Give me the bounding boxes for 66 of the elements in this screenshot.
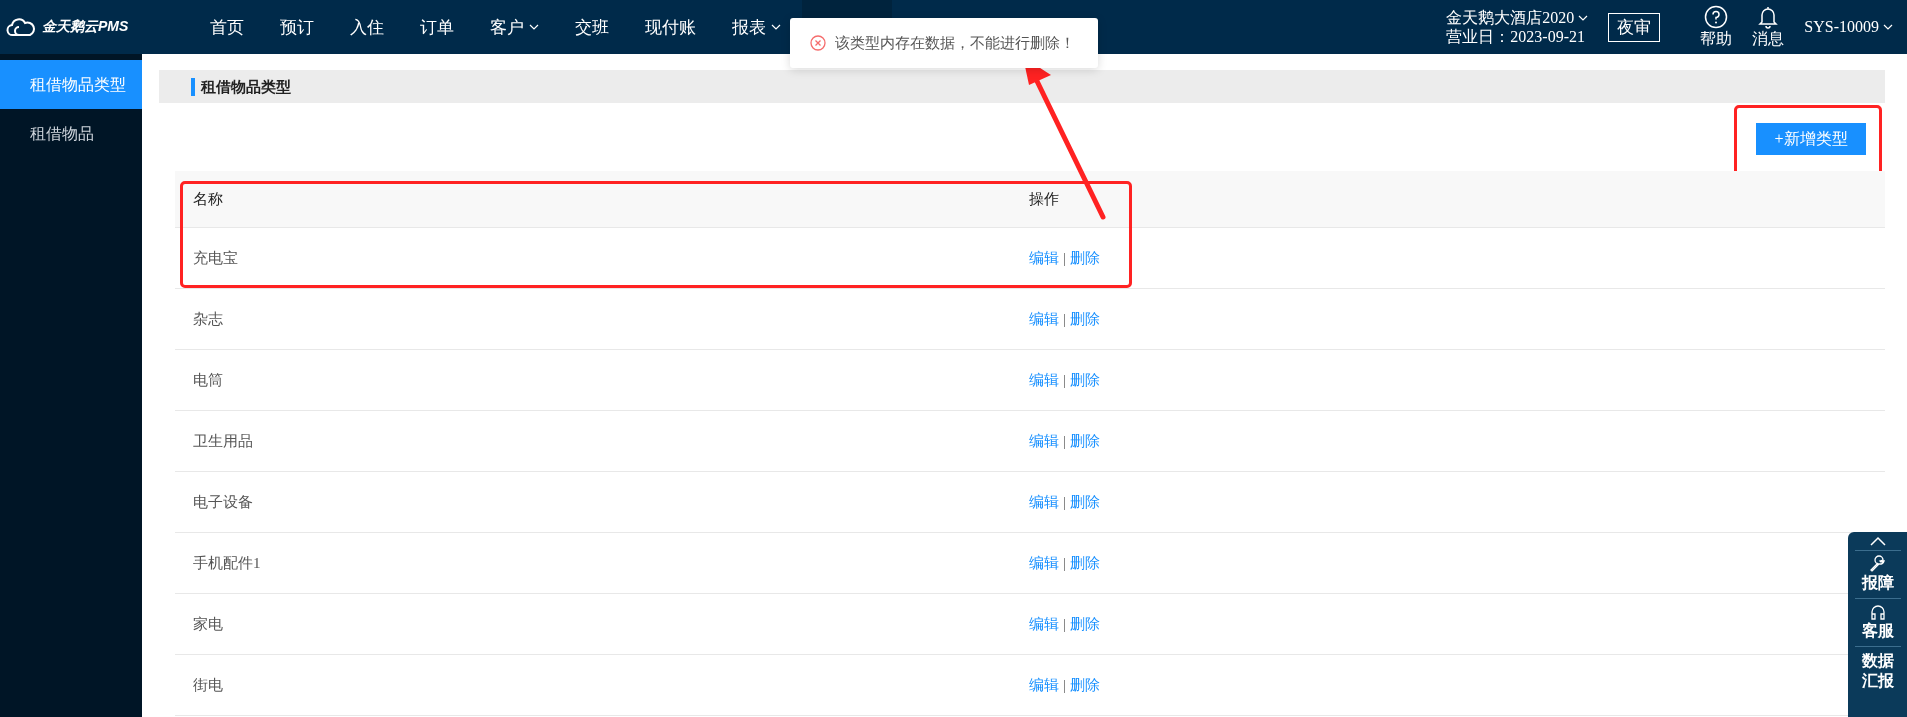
separator: | (1063, 432, 1066, 449)
table-cell-text: 电子设备 (192, 492, 254, 512)
column-header: 名称 (192, 189, 224, 209)
caret-icon (1578, 13, 1589, 22)
table-cell-text: 杂志 (192, 309, 224, 329)
add-type-button[interactable]: +新增类型 (1756, 123, 1866, 155)
night-audit-button[interactable]: 夜审 (1608, 12, 1661, 42)
logo-text: 金天鹅云PMS (42, 18, 129, 36)
caret-icon (1883, 23, 1893, 31)
data-report-button[interactable]: 数据汇报 (1861, 651, 1894, 691)
business-day: 营业日：2023-09-21 (1446, 27, 1589, 46)
table-cell-text: 充电宝 (192, 248, 239, 268)
separator: | (1063, 371, 1066, 388)
table-cell-text: 家电 (192, 614, 224, 634)
customer-service-button[interactable]: 客服 (1861, 621, 1894, 642)
user-menu[interactable]: SYS-10009 (1804, 18, 1893, 36)
separator: | (1063, 493, 1066, 510)
nav-tab[interactable]: 交班 (557, 0, 627, 54)
error-icon (810, 35, 826, 51)
chevron-up-icon[interactable] (1869, 536, 1886, 546)
edit-link[interactable]: 编辑 (1029, 249, 1059, 266)
panel-title: 租借物品类型 (191, 77, 291, 96)
hotel-selector[interactable]: 金天鹅大酒店2020 (1446, 8, 1589, 27)
delete-link[interactable]: 删除 (1070, 554, 1100, 571)
edit-link[interactable]: 编辑 (1029, 371, 1059, 388)
separator: | (1063, 554, 1066, 571)
header-help-button[interactable]: 帮助 (1700, 4, 1733, 50)
edit-link[interactable]: 编辑 (1029, 310, 1059, 327)
bell-icon (1757, 4, 1780, 29)
separator: | (1063, 249, 1066, 266)
delete-link[interactable]: 删除 (1070, 432, 1100, 449)
cloud-icon (6, 17, 36, 37)
headset-icon (1868, 603, 1887, 621)
table-cell-text: 卫生用品 (192, 431, 254, 451)
sidebar-item[interactable]: 租借物品 (0, 109, 142, 158)
table-cell-text: 手机配件1 (192, 553, 262, 573)
nav-tab[interactable]: 客户 (472, 0, 557, 54)
nav-tab[interactable]: 订单 (402, 0, 472, 54)
header-messages-button[interactable]: 消息 (1752, 4, 1785, 50)
edit-link[interactable]: 编辑 (1029, 493, 1059, 510)
delete-link[interactable]: 删除 (1070, 249, 1100, 266)
wrench-icon (1868, 555, 1887, 573)
delete-link[interactable]: 删除 (1070, 493, 1100, 510)
delete-link[interactable]: 删除 (1070, 310, 1100, 327)
separator: | (1063, 615, 1066, 632)
nav-tab[interactable]: 报表 (714, 0, 799, 54)
delete-link[interactable]: 删除 (1070, 615, 1100, 632)
table-cell-text: 电筒 (192, 370, 224, 390)
separator: | (1063, 310, 1066, 327)
nav-tab[interactable]: 入住 (332, 0, 402, 54)
sidebar-item[interactable]: 租借物品类型 (0, 60, 142, 109)
delete-link[interactable]: 删除 (1070, 371, 1100, 388)
nav-tab[interactable]: 首页 (192, 0, 262, 54)
separator: | (1063, 676, 1066, 693)
edit-link[interactable]: 编辑 (1029, 676, 1059, 693)
nav-tab[interactable]: 现付账 (627, 0, 714, 54)
report-fault-button[interactable]: 报障 (1861, 573, 1894, 594)
column-header: 操作 (1028, 189, 1059, 209)
help-icon (1704, 4, 1729, 29)
edit-link[interactable]: 编辑 (1029, 554, 1059, 571)
nav-tab[interactable]: 预订 (262, 0, 332, 54)
edit-link[interactable]: 编辑 (1029, 615, 1059, 632)
edit-link[interactable]: 编辑 (1029, 432, 1059, 449)
toast-message: 该类型内存在数据，不能进行删除！ (835, 33, 1075, 53)
delete-link[interactable]: 删除 (1070, 676, 1100, 693)
table-cell-text: 街电 (192, 675, 224, 695)
